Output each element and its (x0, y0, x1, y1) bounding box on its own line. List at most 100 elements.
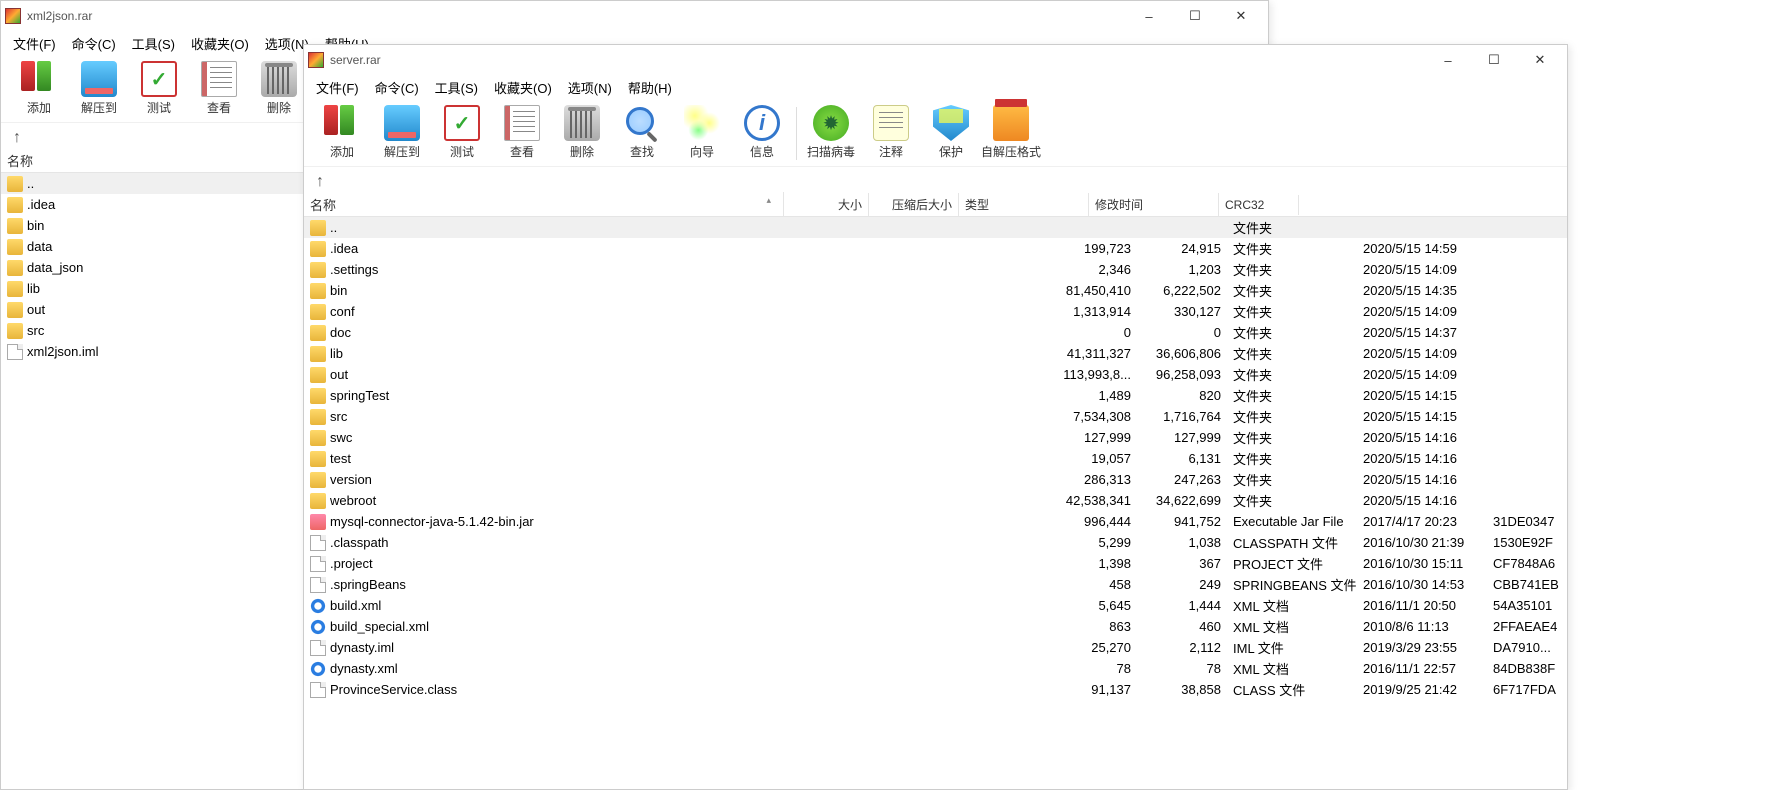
toolbar-add-button[interactable]: 添加 (9, 59, 69, 120)
toolbar-view-button[interactable]: 查看 (492, 103, 552, 164)
menu-item[interactable]: 收藏夹(O) (486, 76, 560, 99)
minimize-button[interactable]: – (1425, 46, 1471, 74)
col-modified[interactable]: 修改时间 (1089, 193, 1219, 216)
file-packed: 1,716,764 (1137, 409, 1227, 424)
menu-item[interactable]: 命令(C) (64, 32, 124, 55)
list-item[interactable]: dynasty.xml7878XML 文档2016/11/1 22:5784DB… (304, 658, 1567, 679)
toolbar-info-button[interactable]: i信息 (732, 103, 792, 164)
list-item[interactable]: springTest1,489820文件夹2020/5/15 14:15 (304, 385, 1567, 406)
toolbar-sfx-button[interactable]: 自解压格式 (981, 103, 1041, 164)
list-item[interactable]: lib41,311,32736,606,806文件夹2020/5/15 14:0… (304, 343, 1567, 364)
list-item[interactable]: .idea199,72324,915文件夹2020/5/15 14:59 (304, 238, 1567, 259)
col-size[interactable]: 大小 (784, 193, 869, 216)
list-item[interactable]: version286,313247,263文件夹2020/5/15 14:16 (304, 469, 1567, 490)
toolbar-protect-button[interactable]: 保护 (921, 103, 981, 164)
list-item[interactable]: src7,534,3081,716,764文件夹2020/5/15 14:15 (304, 406, 1567, 427)
file-size: 91,137 (1052, 682, 1137, 697)
file-modified: 2020/5/15 14:09 (1357, 304, 1487, 319)
titlebar[interactable]: server.rar – ☐ ✕ (304, 45, 1567, 75)
toolbar-test-button[interactable]: 测试 (129, 59, 189, 120)
list-item[interactable]: doc00文件夹2020/5/15 14:37 (304, 322, 1567, 343)
file-list[interactable]: ..文件夹.idea199,72324,915文件夹2020/5/15 14:5… (304, 217, 1567, 700)
file-crc: CF7848A6 (1487, 556, 1567, 571)
file-modified: 2020/5/15 14:37 (1357, 325, 1487, 340)
list-item[interactable]: .classpath5,2991,038CLASSPATH 文件2016/10/… (304, 532, 1567, 553)
toolbar-find-button[interactable]: 查找 (612, 103, 672, 164)
file-name: bin (330, 283, 347, 298)
toolbar-add-button[interactable]: 添加 (312, 103, 372, 164)
list-item[interactable]: ..文件夹 (304, 217, 1567, 238)
file-size: 25,270 (1052, 640, 1137, 655)
list-item[interactable]: out113,993,8...96,258,093文件夹2020/5/15 14… (304, 364, 1567, 385)
toolbar-del-button[interactable]: 删除 (552, 103, 612, 164)
menu-item[interactable]: 收藏夹(O) (183, 32, 257, 55)
maximize-button[interactable]: ☐ (1172, 2, 1218, 30)
del-icon (564, 105, 600, 141)
menu-item[interactable]: 文件(F) (308, 76, 367, 99)
list-item[interactable]: build_special.xml863460XML 文档2010/8/6 11… (304, 616, 1567, 637)
folder-icon (7, 176, 23, 192)
col-name[interactable]: 名称▴ (304, 192, 784, 217)
file-type: XML 文档 (1227, 596, 1357, 615)
menu-item[interactable]: 工具(S) (124, 32, 183, 55)
file-packed: 249 (1137, 577, 1227, 592)
file-size: 5,299 (1052, 535, 1137, 550)
file-name: data (27, 239, 52, 254)
list-item[interactable]: mysql-connector-java-5.1.42-bin.jar996,4… (304, 511, 1567, 532)
info-icon: i (744, 105, 780, 141)
col-crc[interactable]: CRC32 (1219, 195, 1299, 215)
menu-item[interactable]: 选项(N) (560, 76, 620, 99)
toolbar-extract-button[interactable]: 解压到 (69, 59, 129, 120)
up-arrow-icon[interactable]: ↑ (13, 129, 21, 146)
file-modified: 2020/5/15 14:16 (1357, 430, 1487, 445)
list-item[interactable]: .settings2,3461,203文件夹2020/5/15 14:09 (304, 259, 1567, 280)
list-item[interactable]: test19,0576,131文件夹2020/5/15 14:16 (304, 448, 1567, 469)
menu-item[interactable]: 文件(F) (5, 32, 64, 55)
toolbar-comment-button[interactable]: 注释 (861, 103, 921, 164)
toolbar-virus-button[interactable]: 扫描病毒 (801, 103, 861, 164)
file-size: 7,534,308 (1052, 409, 1137, 424)
minimize-button[interactable]: – (1126, 2, 1172, 30)
file-name: lib (27, 281, 40, 296)
list-item[interactable]: ProvinceService.class91,13738,858CLASS 文… (304, 679, 1567, 700)
toolbar-view-button[interactable]: 查看 (189, 59, 249, 120)
list-item[interactable]: build.xml5,6451,444XML 文档2016/11/1 20:50… (304, 595, 1567, 616)
file-type: 文件夹 (1227, 386, 1357, 405)
file-name: conf (330, 304, 355, 319)
folder-icon (310, 346, 326, 362)
list-item[interactable]: .springBeans458249SPRINGBEANS 文件2016/10/… (304, 574, 1567, 595)
list-item[interactable]: swc127,999127,999文件夹2020/5/15 14:16 (304, 427, 1567, 448)
toolbar-del-button[interactable]: 删除 (249, 59, 309, 120)
file-modified: 2020/5/15 14:15 (1357, 409, 1487, 424)
maximize-button[interactable]: ☐ (1471, 46, 1517, 74)
file-modified: 2019/9/25 21:42 (1357, 682, 1487, 697)
list-item[interactable]: .project1,398367PROJECT 文件2016/10/30 15:… (304, 553, 1567, 574)
file-name: doc (330, 325, 351, 340)
file-size: 286,313 (1052, 472, 1137, 487)
file-packed: 96,258,093 (1137, 367, 1227, 382)
file-packed: 127,999 (1137, 430, 1227, 445)
list-item[interactable]: bin81,450,4106,222,502文件夹2020/5/15 14:35 (304, 280, 1567, 301)
menu-item[interactable]: 命令(C) (367, 76, 427, 99)
close-button[interactable]: ✕ (1218, 2, 1264, 30)
menu-item[interactable]: 工具(S) (427, 76, 486, 99)
toolbar-label: 添加 (330, 143, 354, 160)
toolbar-extract-button[interactable]: 解压到 (372, 103, 432, 164)
close-button[interactable]: ✕ (1517, 46, 1563, 74)
file-name: .. (27, 176, 34, 191)
up-arrow-icon[interactable]: ↑ (316, 173, 324, 190)
file-name: bin (27, 218, 44, 233)
menu-item[interactable]: 帮助(H) (620, 76, 680, 99)
list-item[interactable]: conf1,313,914330,127文件夹2020/5/15 14:09 (304, 301, 1567, 322)
toolbar-test-button[interactable]: 测试 (432, 103, 492, 164)
col-packed[interactable]: 压缩后大小 (869, 193, 959, 216)
list-item[interactable]: webroot42,538,34134,622,699文件夹2020/5/15 … (304, 490, 1567, 511)
ie-icon (310, 619, 326, 635)
titlebar[interactable]: xml2json.rar – ☐ ✕ (1, 1, 1268, 31)
folder-icon (7, 260, 23, 276)
file-packed: 367 (1137, 556, 1227, 571)
list-item[interactable]: dynasty.iml25,2702,112IML 文件2019/3/29 23… (304, 637, 1567, 658)
toolbar-wiz-button[interactable]: 向导 (672, 103, 732, 164)
col-type[interactable]: 类型 (959, 193, 1089, 216)
file-type: 文件夹 (1227, 323, 1357, 342)
